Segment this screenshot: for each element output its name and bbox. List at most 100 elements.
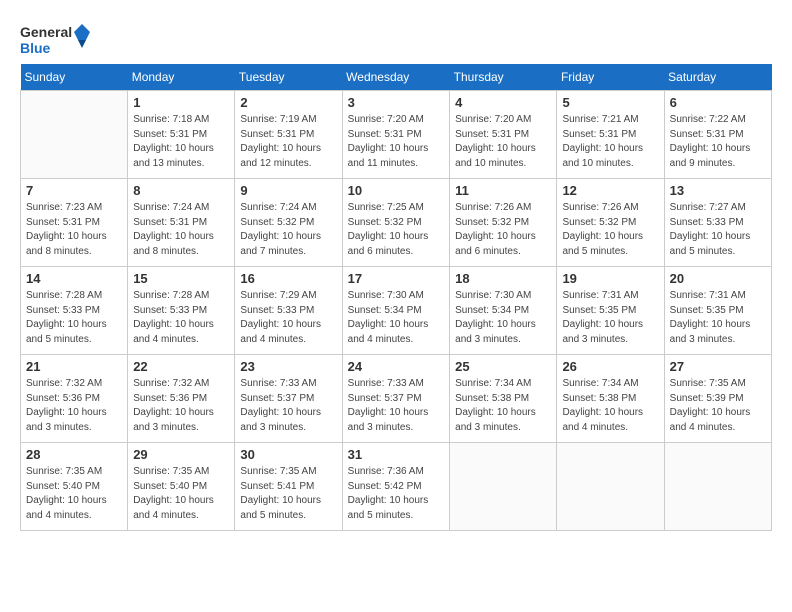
calendar-cell (664, 443, 771, 531)
day-info: Sunrise: 7:30 AM Sunset: 5:34 PM Dayligh… (348, 289, 444, 347)
day-number: 16 (240, 271, 336, 286)
calendar-cell (557, 443, 664, 531)
day-number: 30 (240, 447, 336, 462)
calendar-cell: 6 Sunrise: 7:22 AM Sunset: 5:31 PM Daylig… (664, 91, 771, 179)
day-header-thursday: Thursday (450, 64, 557, 91)
day-info: Sunrise: 7:23 AM Sunset: 5:31 PM Dayligh… (26, 201, 122, 259)
day-number: 19 (562, 271, 658, 286)
day-number: 31 (348, 447, 444, 462)
day-number: 6 (670, 95, 766, 110)
day-number: 17 (348, 271, 444, 286)
day-number: 21 (26, 359, 122, 374)
day-info: Sunrise: 7:30 AM Sunset: 5:34 PM Dayligh… (455, 289, 551, 347)
day-number: 29 (133, 447, 229, 462)
day-info: Sunrise: 7:26 AM Sunset: 5:32 PM Dayligh… (562, 201, 658, 259)
day-info: Sunrise: 7:27 AM Sunset: 5:33 PM Dayligh… (670, 201, 766, 259)
day-header-friday: Friday (557, 64, 664, 91)
day-number: 15 (133, 271, 229, 286)
calendar-cell: 14 Sunrise: 7:28 AM Sunset: 5:33 PM Dayli… (21, 267, 128, 355)
day-number: 4 (455, 95, 551, 110)
day-info: Sunrise: 7:33 AM Sunset: 5:37 PM Dayligh… (240, 377, 336, 435)
calendar-cell: 2 Sunrise: 7:19 AM Sunset: 5:31 PM Daylig… (235, 91, 342, 179)
day-info: Sunrise: 7:33 AM Sunset: 5:37 PM Dayligh… (348, 377, 444, 435)
day-info: Sunrise: 7:20 AM Sunset: 5:31 PM Dayligh… (455, 113, 551, 171)
calendar-cell: 5Sunrise: 7:21 AM Sunset: 5:31 PM Daylig… (557, 91, 664, 179)
day-number: 9 (240, 183, 336, 198)
day-number: 2 (240, 95, 336, 110)
day-number: 28 (26, 447, 122, 462)
calendar-cell: 17 Sunrise: 7:30 AM Sunset: 5:34 PM Dayli… (342, 267, 449, 355)
calendar-cell (450, 443, 557, 531)
calendar-cell: 10 Sunrise: 7:25 AM Sunset: 5:32 PM Dayli… (342, 179, 449, 267)
calendar-cell: 12 Sunrise: 7:26 AM Sunset: 5:32 PM Dayli… (557, 179, 664, 267)
day-header-monday: Monday (128, 64, 235, 91)
day-info: Sunrise: 7:35 AM Sunset: 5:40 PM Dayligh… (26, 465, 122, 523)
day-info: Sunrise: 7:25 AM Sunset: 5:32 PM Dayligh… (348, 201, 444, 259)
calendar-cell: 26Sunrise: 7:34 AM Sunset: 5:38 PM Dayli… (557, 355, 664, 443)
day-number: 18 (455, 271, 551, 286)
calendar-cell: 23 Sunrise: 7:33 AM Sunset: 5:37 PM Dayli… (235, 355, 342, 443)
day-number: 1 (133, 95, 229, 110)
day-info: Sunrise: 7:35 AM Sunset: 5:41 PM Dayligh… (240, 465, 336, 523)
day-info: Sunrise: 7:20 AM Sunset: 5:31 PM Dayligh… (348, 113, 444, 171)
calendar-cell: 28 Sunrise: 7:35 AM Sunset: 5:40 PM Dayli… (21, 443, 128, 531)
day-header-sunday: Sunday (21, 64, 128, 91)
day-info: Sunrise: 7:35 AM Sunset: 5:39 PM Dayligh… (670, 377, 766, 435)
day-number: 14 (26, 271, 122, 286)
day-header-saturday: Saturday (664, 64, 771, 91)
calendar-cell: 30 Sunrise: 7:35 AM Sunset: 5:41 PM Dayli… (235, 443, 342, 531)
header: General Blue (20, 20, 772, 60)
calendar-cell: 24 Sunrise: 7:33 AM Sunset: 5:37 PM Dayli… (342, 355, 449, 443)
day-number: 10 (348, 183, 444, 198)
day-number: 12 (562, 183, 658, 198)
calendar-cell: 15 Sunrise: 7:28 AM Sunset: 5:33 PM Dayli… (128, 267, 235, 355)
calendar-cell: 25 Sunrise: 7:34 AM Sunset: 5:38 PM Dayli… (450, 355, 557, 443)
day-info: Sunrise: 7:24 AM Sunset: 5:31 PM Dayligh… (133, 201, 229, 259)
calendar-cell: 11 Sunrise: 7:26 AM Sunset: 5:32 PM Dayli… (450, 179, 557, 267)
calendar-cell: 31 Sunrise: 7:36 AM Sunset: 5:42 PM Dayli… (342, 443, 449, 531)
calendar-cell: 20 Sunrise: 7:31 AM Sunset: 5:35 PM Dayli… (664, 267, 771, 355)
calendar-cell: 7 Sunrise: 7:23 AM Sunset: 5:31 PM Daylig… (21, 179, 128, 267)
calendar-cell: 13 Sunrise: 7:27 AM Sunset: 5:33 PM Dayli… (664, 179, 771, 267)
calendar-cell: 22 Sunrise: 7:32 AM Sunset: 5:36 PM Dayli… (128, 355, 235, 443)
day-header-wednesday: Wednesday (342, 64, 449, 91)
day-info: Sunrise: 7:21 AM Sunset: 5:31 PM Dayligh… (562, 113, 658, 171)
day-info: Sunrise: 7:24 AM Sunset: 5:32 PM Dayligh… (240, 201, 336, 259)
day-number: 25 (455, 359, 551, 374)
day-info: Sunrise: 7:34 AM Sunset: 5:38 PM Dayligh… (455, 377, 551, 435)
day-number: 22 (133, 359, 229, 374)
calendar-cell: 19Sunrise: 7:31 AM Sunset: 5:35 PM Dayli… (557, 267, 664, 355)
calendar-cell: 16 Sunrise: 7:29 AM Sunset: 5:33 PM Dayli… (235, 267, 342, 355)
calendar-cell (21, 91, 128, 179)
day-number: 13 (670, 183, 766, 198)
day-info: Sunrise: 7:26 AM Sunset: 5:32 PM Dayligh… (455, 201, 551, 259)
svg-text:General: General (20, 24, 72, 40)
day-info: Sunrise: 7:28 AM Sunset: 5:33 PM Dayligh… (26, 289, 122, 347)
day-number: 8 (133, 183, 229, 198)
calendar-cell: 9 Sunrise: 7:24 AM Sunset: 5:32 PM Daylig… (235, 179, 342, 267)
day-header-tuesday: Tuesday (235, 64, 342, 91)
logo: General Blue (20, 20, 90, 60)
calendar-cell: 21Sunrise: 7:32 AM Sunset: 5:36 PM Dayli… (21, 355, 128, 443)
day-number: 7 (26, 183, 122, 198)
calendar-cell: 18 Sunrise: 7:30 AM Sunset: 5:34 PM Dayli… (450, 267, 557, 355)
day-number: 23 (240, 359, 336, 374)
day-number: 20 (670, 271, 766, 286)
day-info: Sunrise: 7:36 AM Sunset: 5:42 PM Dayligh… (348, 465, 444, 523)
calendar-cell: 1Sunrise: 7:18 AM Sunset: 5:31 PM Daylig… (128, 91, 235, 179)
day-info: Sunrise: 7:32 AM Sunset: 5:36 PM Dayligh… (133, 377, 229, 435)
day-number: 27 (670, 359, 766, 374)
day-info: Sunrise: 7:29 AM Sunset: 5:33 PM Dayligh… (240, 289, 336, 347)
day-info: Sunrise: 7:31 AM Sunset: 5:35 PM Dayligh… (670, 289, 766, 347)
day-info: Sunrise: 7:19 AM Sunset: 5:31 PM Dayligh… (240, 113, 336, 171)
calendar-cell: 4 Sunrise: 7:20 AM Sunset: 5:31 PM Daylig… (450, 91, 557, 179)
day-info: Sunrise: 7:28 AM Sunset: 5:33 PM Dayligh… (133, 289, 229, 347)
calendar-cell: 8 Sunrise: 7:24 AM Sunset: 5:31 PM Daylig… (128, 179, 235, 267)
svg-text:Blue: Blue (20, 40, 51, 56)
day-number: 11 (455, 183, 551, 198)
day-info: Sunrise: 7:22 AM Sunset: 5:31 PM Dayligh… (670, 113, 766, 171)
day-info: Sunrise: 7:35 AM Sunset: 5:40 PM Dayligh… (133, 465, 229, 523)
calendar-cell: 27 Sunrise: 7:35 AM Sunset: 5:39 PM Dayli… (664, 355, 771, 443)
day-number: 3 (348, 95, 444, 110)
day-number: 24 (348, 359, 444, 374)
